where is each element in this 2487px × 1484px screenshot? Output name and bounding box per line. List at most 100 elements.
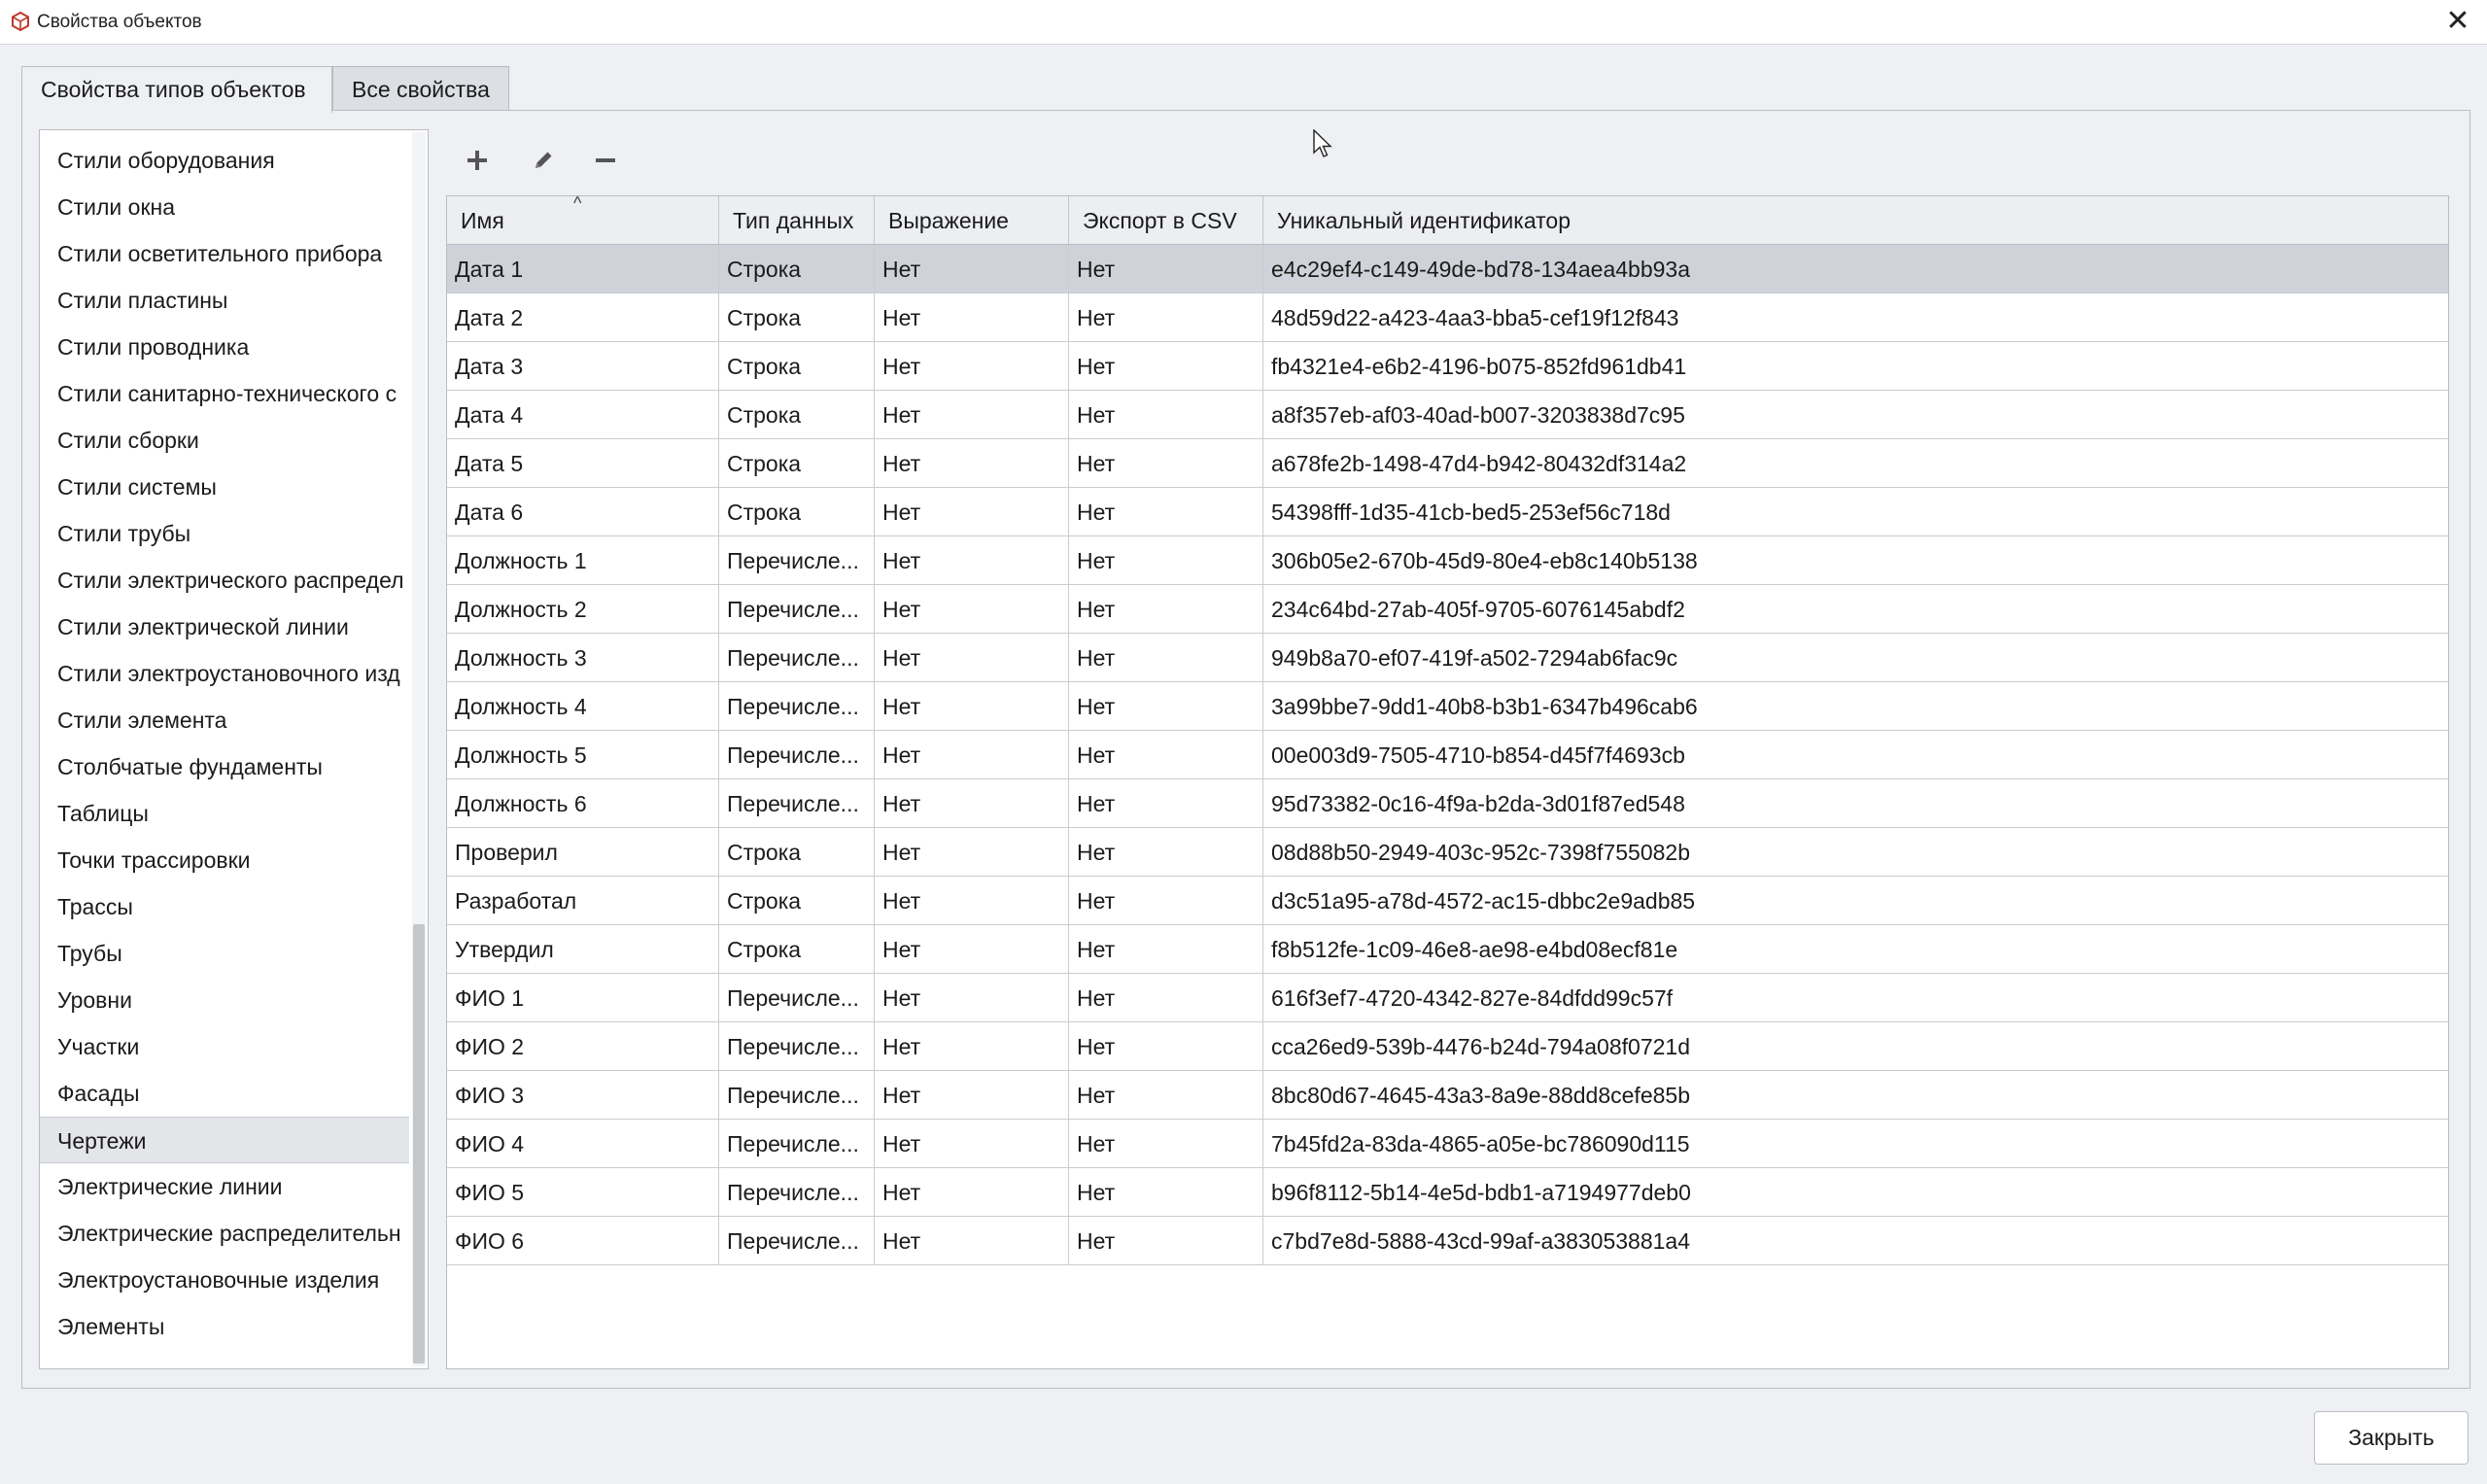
table-row[interactable]: Дата 3 Строка Нет Нет fb4321e4-e6b2-4196-b07… [447, 342, 2448, 391]
cell-unique-id: cca26ed9-539b-4476-b24d-794a08f0721d [1271, 1034, 1690, 1059]
table-row[interactable]: ФИО 6 Перечисле... Нет Нет c7bd7e8d-5888-43c… [447, 1217, 2448, 1265]
tree-item[interactable]: Электрические распределительн [40, 1210, 409, 1257]
tree-item[interactable]: Стили пластины [40, 277, 409, 324]
properties-table[interactable]: Имя ^ Тип данных Выражение Экспорт в CSV… [446, 195, 2449, 1369]
cell-name: Должность 6 [447, 779, 719, 828]
cell-expression: Нет [875, 1120, 1069, 1168]
cell-unique-id: 3a99bbe7-9dd1-40b8-b3b1-6347b496cab6 [1271, 694, 1698, 719]
cell-name: Дата 3 [447, 342, 719, 391]
cell-export-csv: Нет [1069, 245, 1263, 293]
cell-expression: Нет [875, 1022, 1069, 1071]
cell-name: Дата 5 [447, 439, 719, 488]
table-header: Имя ^ Тип данных Выражение Экспорт в CSV… [447, 196, 2448, 245]
tree-item[interactable]: Чертежи [40, 1117, 409, 1163]
cell-expression: Нет [875, 245, 1069, 293]
tree-item[interactable]: Столбчатые фундаменты [40, 743, 409, 790]
minus-icon [596, 158, 615, 162]
cell-export-csv: Нет [1069, 828, 1263, 877]
cell-name: Дата 6 [447, 488, 719, 536]
column-header-data-type[interactable]: Тип данных [719, 196, 875, 245]
cell-export-csv: Нет [1069, 391, 1263, 439]
tree-item[interactable]: Стили проводника [40, 324, 409, 370]
add-property-button[interactable] [456, 139, 499, 182]
cell-name: Дата 4 [447, 391, 719, 439]
tree-item[interactable]: Стили электрической линии [40, 604, 409, 650]
cell-unique-id: d3c51a95-a78d-4572-ac15-dbbc2e9adb85 [1271, 888, 1696, 914]
tree-item[interactable]: Участки [40, 1023, 409, 1070]
cell-name: Должность 3 [447, 634, 719, 682]
object-type-list[interactable]: Стили оборудования Стили окна Стили освети… [39, 129, 429, 1369]
cell-export-csv: Нет [1069, 925, 1263, 974]
cell-name: ФИО 3 [447, 1071, 719, 1120]
tree-item[interactable]: Стили осветительного прибора [40, 230, 409, 277]
tree-item[interactable]: Стили оборудования [40, 137, 409, 184]
table-row[interactable]: ФИО 1 Перечисле... Нет Нет 616f3ef7-4720-434… [447, 974, 2448, 1022]
tree-item[interactable]: Фасады [40, 1070, 409, 1117]
cell-export-csv: Нет [1069, 293, 1263, 342]
plus-icon [467, 151, 487, 170]
tree-item[interactable]: Электрические линии [40, 1163, 409, 1210]
table-row[interactable]: Дата 2 Строка Нет Нет 48d59d22-a423-4aa3-bba… [447, 293, 2448, 342]
table-row[interactable]: Дата 5 Строка Нет Нет a678fe2b-1498-47d4-b94… [447, 439, 2448, 488]
table-row[interactable]: ФИО 3 Перечисле... Нет Нет 8bc80d67-4645-43a… [447, 1071, 2448, 1120]
table-row[interactable]: Разработал Строка Нет Нет d3c51a95-a78d-4572… [447, 877, 2448, 925]
tree-item[interactable]: Стили электрического распредел [40, 557, 409, 604]
tree-item[interactable]: Трассы [40, 883, 409, 930]
table-row[interactable]: Дата 1 Строка Нет Нет e4c29ef4-c149-49de-bd7… [447, 245, 2448, 293]
table-row[interactable]: Проверил Строка Нет Нет 08d88b50-2949-403c-9… [447, 828, 2448, 877]
cell-expression: Нет [875, 391, 1069, 439]
tree-item[interactable]: Стили окна [40, 184, 409, 230]
cell-expression: Нет [875, 974, 1069, 1022]
table-row[interactable]: Должность 4 Перечисле... Нет Нет 3a99bbe7-9d… [447, 682, 2448, 731]
table-row[interactable]: Дата 6 Строка Нет Нет 54398fff-1d35-41cb-bed… [447, 488, 2448, 536]
table-row[interactable]: Должность 5 Перечисле... Нет Нет 00e003d9-75… [447, 731, 2448, 779]
cell-expression: Нет [875, 488, 1069, 536]
cell-export-csv: Нет [1069, 536, 1263, 585]
cell-name: Разработал [447, 877, 719, 925]
edit-property-button[interactable] [522, 139, 565, 182]
table-row[interactable]: ФИО 5 Перечисле... Нет Нет b96f8112-5b14-4e5… [447, 1168, 2448, 1217]
tree-item[interactable]: Стили системы [40, 464, 409, 510]
window-close-button[interactable]: ✕ [2429, 0, 2487, 45]
table-row[interactable]: ФИО 4 Перечисле... Нет Нет 7b45fd2a-83da-486… [447, 1120, 2448, 1168]
cell-data-type: Перечисле... [719, 585, 875, 634]
window-title: Свойства объектов [37, 12, 202, 32]
tree-item[interactable]: Уровни [40, 977, 409, 1023]
column-header-name[interactable]: Имя ^ [447, 196, 719, 245]
tree-item[interactable]: Стили электроустановочного изд [40, 650, 409, 697]
cell-expression: Нет [875, 439, 1069, 488]
table-row[interactable]: Дата 4 Строка Нет Нет a8f357eb-af03-40ad-b00… [447, 391, 2448, 439]
cell-data-type: Строка [719, 342, 875, 391]
cell-expression: Нет [875, 828, 1069, 877]
tree-item[interactable]: Трубы [40, 930, 409, 977]
tree-item[interactable]: Стили трубы [40, 510, 409, 557]
tab-all-properties[interactable]: Все свойства [332, 66, 509, 111]
tree-item[interactable]: Электроустановочные изделия [40, 1257, 409, 1303]
tree-item[interactable]: Стили элемента [40, 697, 409, 743]
column-header-export-csv[interactable]: Экспорт в CSV [1069, 196, 1263, 245]
table-row[interactable]: Должность 3 Перечисле... Нет Нет 949b8a70-ef… [447, 634, 2448, 682]
tree-scrollbar-thumb[interactable] [413, 924, 425, 1363]
table-row[interactable]: Должность 1 Перечисле... Нет Нет 306b05e2-67… [447, 536, 2448, 585]
cell-data-type: Строка [719, 439, 875, 488]
tree-item[interactable]: Точки трассировки [40, 837, 409, 883]
table-row[interactable]: ФИО 2 Перечисле... Нет Нет cca26ed9-539b-447… [447, 1022, 2448, 1071]
tree-item[interactable]: Стили сборки [40, 417, 409, 464]
cell-expression: Нет [875, 682, 1069, 731]
column-header-unique-id[interactable]: Уникальный идентификатор [1263, 196, 2448, 245]
cell-name: Должность 1 [447, 536, 719, 585]
cell-name: ФИО 5 [447, 1168, 719, 1217]
close-button[interactable]: Закрыть [2314, 1411, 2469, 1465]
table-row[interactable]: Утвердил Строка Нет Нет f8b512fe-1c09-46e8-a… [447, 925, 2448, 974]
table-row[interactable]: Должность 2 Перечисле... Нет Нет 234c64bd-27… [447, 585, 2448, 634]
remove-property-button[interactable] [584, 139, 627, 182]
table-row[interactable]: Должность 6 Перечисле... Нет Нет 95d73382-0c… [447, 779, 2448, 828]
tab-object-type-properties[interactable]: Свойства типов объектов [21, 66, 332, 113]
cell-export-csv: Нет [1069, 585, 1263, 634]
cell-unique-id: 48d59d22-a423-4aa3-bba5-cef19f12f843 [1271, 305, 1679, 330]
column-header-expression[interactable]: Выражение [875, 196, 1069, 245]
cell-unique-id: 7b45fd2a-83da-4865-a05e-bc786090d115 [1271, 1131, 1690, 1156]
tree-item[interactable]: Элементы [40, 1303, 409, 1350]
tree-item[interactable]: Стили санитарно-технического с [40, 370, 409, 417]
tree-item[interactable]: Таблицы [40, 790, 409, 837]
